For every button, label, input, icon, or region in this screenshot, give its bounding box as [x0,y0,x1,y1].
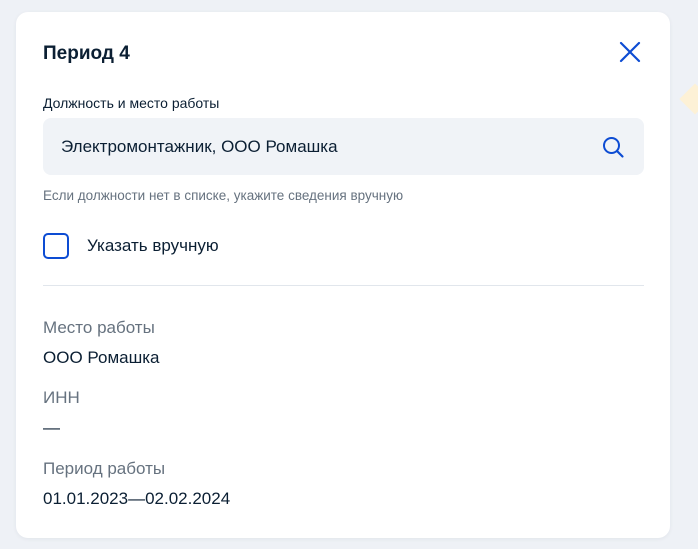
close-icon [619,41,641,63]
workplace-value: ООО Ромашка [43,348,160,367]
search-icon[interactable] [601,135,625,159]
work-period-value: 01.01.2023—02.02.2024 [43,489,231,508]
manual-entry-label[interactable]: Указать вручную [87,235,219,257]
period-modal: Период 4 Должность и место работы Если д… [16,12,670,538]
modal-title: Период 4 [43,43,130,64]
close-button[interactable] [616,38,644,66]
workplace-label: Место работы [43,318,155,337]
position-field-label: Должность и место работы [43,95,220,111]
checkbox-box[interactable] [43,233,69,259]
position-search-field[interactable] [43,118,644,175]
inn-value: — [43,418,60,437]
position-search-input[interactable] [61,118,591,175]
inn-label: ИНН [43,388,80,407]
position-field-hint: Если должности нет в списке, укажите све… [43,188,404,203]
tooltip-pointer [679,83,698,115]
divider [43,285,644,286]
manual-entry-checkbox[interactable]: Указать вручную [43,233,303,259]
work-period-label: Период работы [43,459,166,478]
